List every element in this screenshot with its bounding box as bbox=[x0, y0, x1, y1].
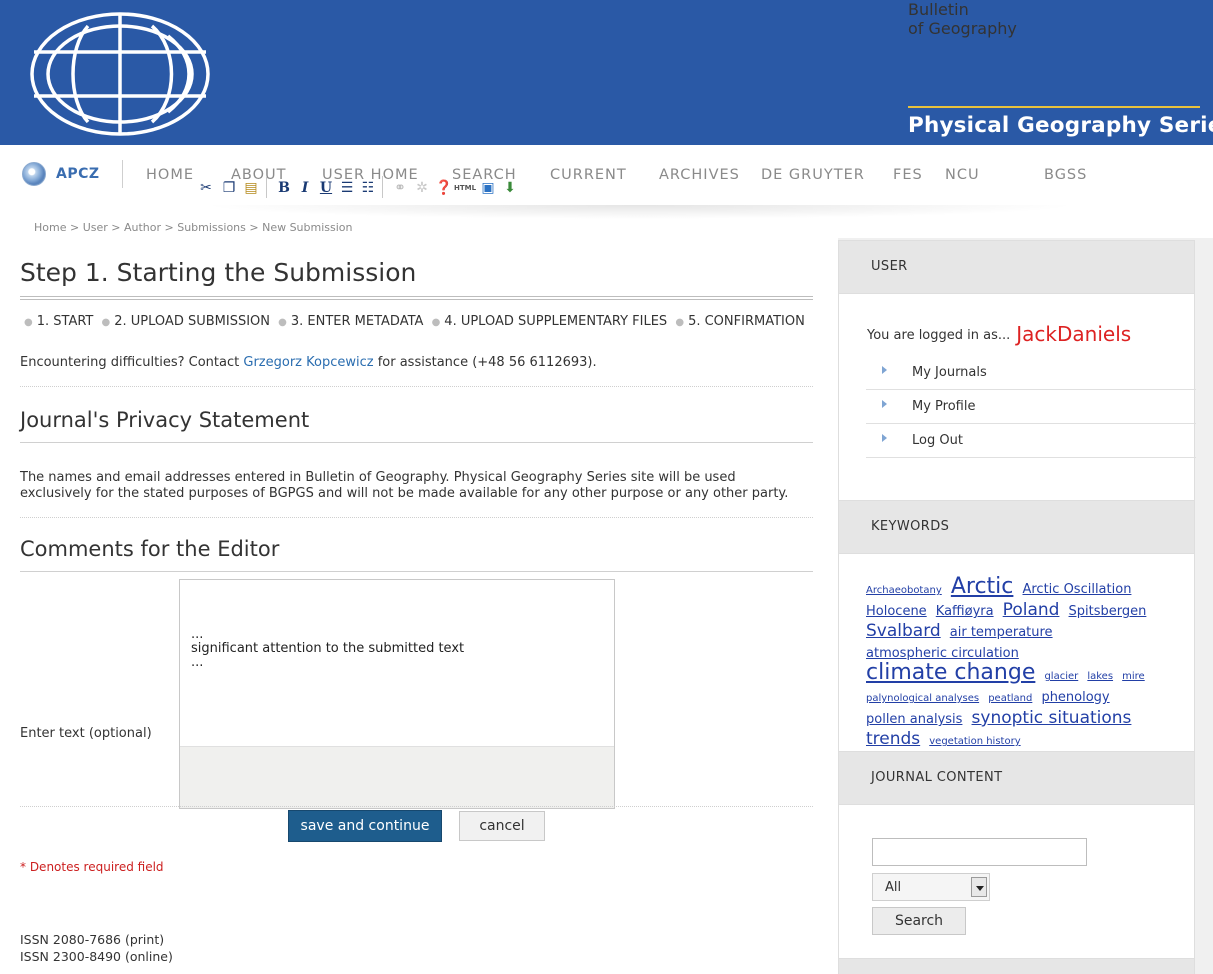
step-5[interactable]: 5. CONFIRMATION bbox=[688, 314, 805, 329]
numbered-list-icon[interactable]: ☷ bbox=[359, 179, 377, 197]
nav-divider bbox=[122, 160, 123, 188]
image-upload-icon[interactable]: ⬇ bbox=[501, 179, 519, 197]
help-icon[interactable]: ❓ bbox=[435, 179, 453, 197]
privacy-text: The names and email addresses entered in… bbox=[20, 470, 789, 501]
unlink-icon[interactable]: ✲ bbox=[413, 179, 431, 197]
keyword-link[interactable]: Poland bbox=[1003, 600, 1060, 620]
nav-shadow bbox=[200, 205, 1080, 219]
journal-title-line2: of Geography bbox=[908, 19, 1017, 38]
underline-icon[interactable]: U bbox=[317, 179, 335, 197]
nav-home[interactable]: HOME bbox=[146, 167, 194, 183]
keyword-link[interactable]: lakes bbox=[1087, 671, 1113, 682]
keyword-link[interactable]: trends bbox=[866, 729, 920, 749]
keyword-link[interactable]: Kaffiøyra bbox=[936, 604, 994, 619]
cut-icon[interactable]: ✂ bbox=[197, 179, 215, 197]
fullscreen-icon[interactable]: ▣ bbox=[479, 179, 497, 197]
keyword-link[interactable]: glacier bbox=[1044, 671, 1078, 682]
apcz-logo-icon[interactable] bbox=[22, 162, 46, 186]
link-icon[interactable]: ⚭ bbox=[391, 179, 409, 197]
keyword-link[interactable]: Arctic bbox=[951, 574, 1014, 599]
privacy-heading: Journal's Privacy Statement bbox=[20, 408, 310, 432]
keyword-link[interactable]: air temperature bbox=[950, 625, 1053, 640]
search-button[interactable]: Search bbox=[872, 907, 966, 935]
section-divider bbox=[20, 386, 813, 387]
comments-heading: Comments for the Editor bbox=[20, 537, 280, 561]
editor-label: Enter text (optional) bbox=[20, 726, 152, 741]
journal-title-line1: Bulletin bbox=[908, 0, 969, 19]
editor-toolbar bbox=[180, 746, 614, 808]
italic-icon[interactable]: I bbox=[296, 179, 314, 197]
keyword-link[interactable]: Holocene bbox=[866, 604, 927, 619]
keyword-link[interactable]: climate change bbox=[866, 660, 1035, 685]
bold-icon[interactable]: B bbox=[275, 179, 293, 197]
step-1[interactable]: 1. START bbox=[37, 314, 94, 329]
nav-brand-apcz[interactable]: APCZ bbox=[56, 166, 100, 182]
nav-de-gruyter[interactable]: DE GRUYTER bbox=[761, 167, 865, 183]
step-2[interactable]: 2. UPLOAD SUBMISSION bbox=[114, 314, 270, 329]
arrow-icon bbox=[882, 366, 887, 374]
cancel-button[interactable]: cancel bbox=[459, 811, 545, 841]
comments-rule bbox=[20, 571, 813, 572]
keyword-link[interactable]: synoptic situations bbox=[972, 708, 1132, 728]
username[interactable]: JackDaniels bbox=[1016, 322, 1131, 346]
arrow-icon bbox=[882, 400, 887, 408]
title-divider bbox=[908, 106, 1200, 108]
issn-print: ISSN 2080-7686 (print) bbox=[20, 932, 165, 947]
arrow-icon bbox=[882, 434, 887, 442]
save-and-continue-button[interactable]: save and continue bbox=[288, 810, 442, 842]
help-text: Encountering difficulties? Contact Grzeg… bbox=[20, 355, 597, 370]
sidebar-item-log-out[interactable]: Log Out bbox=[866, 424, 1196, 458]
page-title: Step 1. Starting the Submission bbox=[20, 258, 417, 287]
search-scope-value: All bbox=[885, 880, 902, 895]
privacy-rule bbox=[20, 442, 813, 443]
sidebar-journal-content-header: JOURNAL CONTENT bbox=[838, 751, 1195, 805]
sidebar-keywords-header: KEYWORDS bbox=[838, 500, 1195, 554]
journal-subtitle: Physical Geography Series bbox=[908, 113, 1213, 138]
keyword-cloud: Archaeobotany Arctic Arctic Oscillation … bbox=[866, 574, 1171, 751]
title-divider-rule bbox=[20, 296, 813, 300]
search-scope-select[interactable]: All bbox=[872, 873, 990, 901]
html-icon[interactable]: HTML bbox=[454, 179, 476, 197]
editor-text-area[interactable]: ... significant attention to the submitt… bbox=[191, 628, 464, 670]
logged-in-status: You are logged in as... JackDaniels bbox=[867, 322, 1132, 346]
nav-ncu[interactable]: NCU bbox=[945, 167, 980, 183]
keyword-link[interactable]: vegetation history bbox=[929, 736, 1020, 747]
bullet-list-icon[interactable]: ☰ bbox=[338, 179, 356, 197]
step-4[interactable]: 4. UPLOAD SUPPLEMENTARY FILES bbox=[444, 314, 667, 329]
keyword-link[interactable]: peatland bbox=[988, 693, 1032, 704]
keyword-link[interactable]: palynological analyses bbox=[866, 693, 979, 704]
keyword-link[interactable]: pollen analysis bbox=[866, 712, 962, 727]
chevron-down-icon[interactable] bbox=[971, 877, 987, 897]
keyword-link[interactable]: atmospheric circulation bbox=[866, 646, 1019, 661]
keyword-link[interactable]: mire bbox=[1122, 671, 1145, 682]
copy-icon[interactable]: ❐ bbox=[220, 179, 238, 197]
nav-fes[interactable]: FES bbox=[893, 167, 923, 183]
sidebar-user-header: USER bbox=[838, 240, 1195, 294]
section-divider bbox=[20, 517, 813, 518]
submission-steps: ● 1. START ● 2. UPLOAD SUBMISSION ● 3. ENTE… bbox=[24, 314, 805, 329]
header-banner: Bulletin of Geography Physical Geography… bbox=[0, 0, 1213, 145]
nav-current[interactable]: CURRENT bbox=[550, 167, 627, 183]
step-3[interactable]: 3. ENTER METADATA bbox=[291, 314, 424, 329]
paste-icon[interactable]: ▤ bbox=[242, 179, 260, 197]
keyword-link[interactable]: Arctic Oscillation bbox=[1022, 582, 1131, 597]
comments-editor[interactable]: ... significant attention to the submitt… bbox=[179, 579, 615, 809]
form-divider bbox=[20, 806, 813, 807]
keyword-link[interactable]: phenology bbox=[1041, 690, 1109, 705]
journal-search-input[interactable] bbox=[872, 838, 1087, 866]
issn-online: ISSN 2300-8490 (online) bbox=[20, 949, 173, 964]
nav-bgss[interactable]: BGSS bbox=[1044, 167, 1087, 183]
nav-archives[interactable]: ARCHIVES bbox=[659, 167, 740, 183]
keyword-link[interactable]: Svalbard bbox=[866, 621, 941, 641]
sidebar-item-my-journals[interactable]: My Journals bbox=[866, 356, 1196, 390]
keyword-link[interactable]: Spitsbergen bbox=[1069, 604, 1147, 619]
journal-globe-logo[interactable] bbox=[28, 8, 213, 140]
required-field-note: * Denotes required field bbox=[20, 860, 164, 874]
breadcrumb[interactable]: Home > User > Author > Submissions > New… bbox=[34, 221, 353, 234]
contact-link[interactable]: Grzegorz Kopcewicz bbox=[243, 355, 373, 370]
sidebar-next-header bbox=[838, 958, 1195, 974]
keyword-link[interactable]: Archaeobotany bbox=[866, 585, 942, 596]
sidebar-item-my-profile[interactable]: My Profile bbox=[866, 390, 1196, 424]
